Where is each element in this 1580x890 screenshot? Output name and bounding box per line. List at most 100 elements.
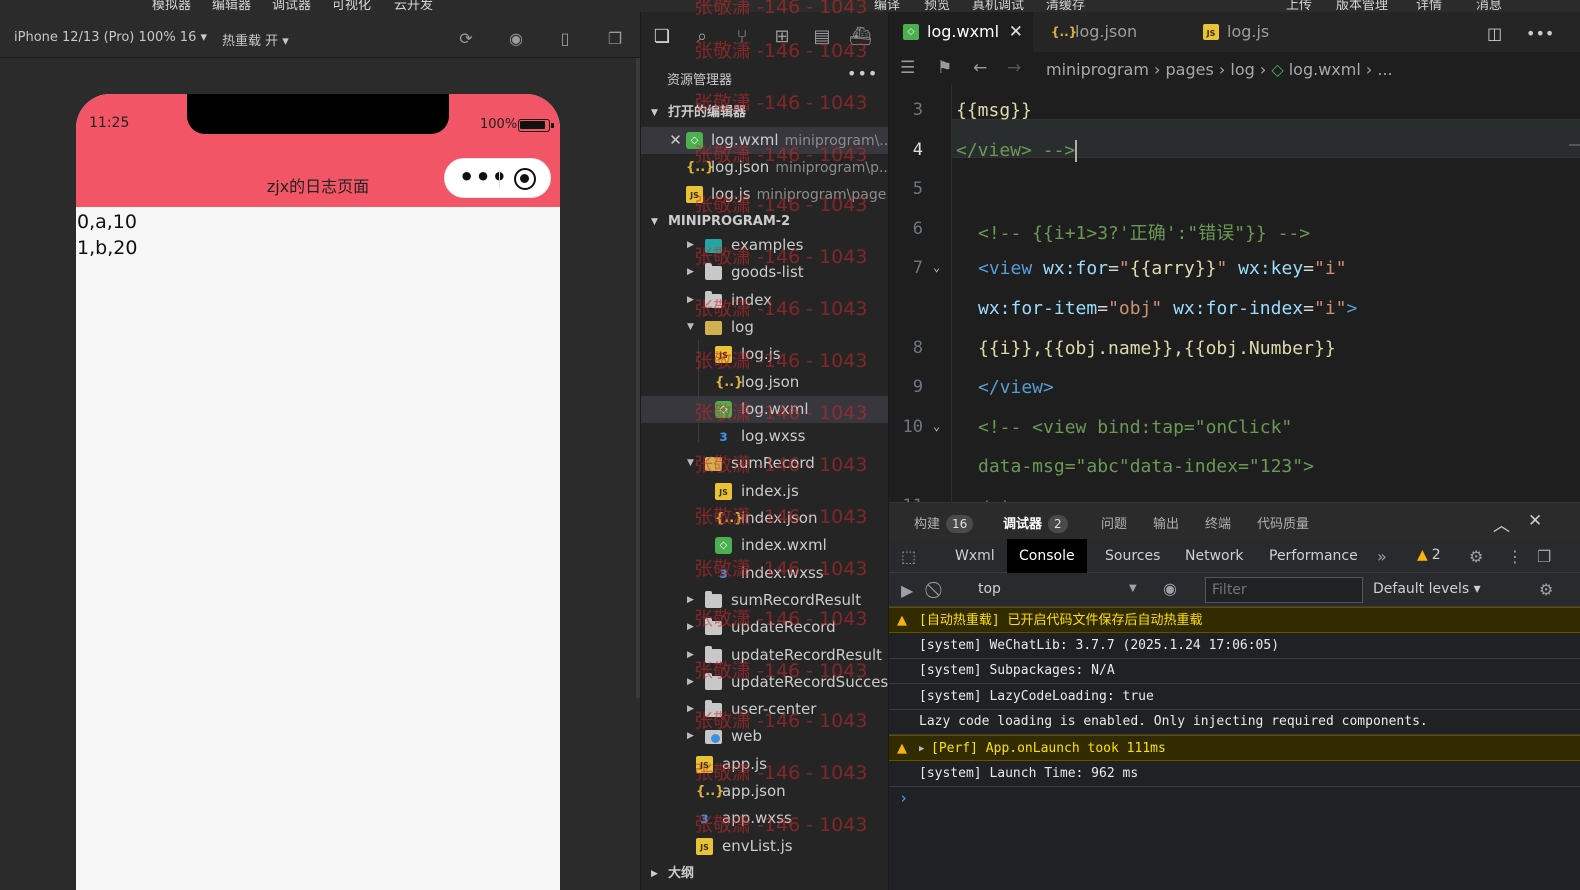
folder-item[interactable]: ▶ web: [641, 723, 889, 750]
code-line[interactable]: {{msg}}: [956, 100, 1032, 121]
devtools-tab[interactable]: Console: [1007, 539, 1087, 573]
menu-item[interactable]: 模拟器: [152, 0, 191, 12]
files-icon[interactable]: ❏: [651, 26, 673, 48]
breadcrumb-item[interactable]: pages: [1166, 60, 1214, 79]
context-selector[interactable]: top: [978, 581, 1001, 597]
folder-item[interactable]: ▶ updateRecordResult: [641, 642, 889, 669]
panel-tab[interactable]: 代码质量: [1257, 513, 1309, 532]
open-editor-item[interactable]: {..} log.json miniprogram\p...: [641, 154, 889, 181]
eye-icon[interactable]: ◉: [1163, 579, 1177, 598]
list-icon[interactable]: ☰: [900, 58, 915, 78]
menu-item[interactable]: 可视化: [332, 0, 371, 12]
warning-counter[interactable]: ▲ 2: [1417, 547, 1441, 563]
more-dots-icon[interactable]: •••: [459, 163, 508, 191]
expand-triangle-icon[interactable]: ▶: [919, 736, 924, 760]
folder-item[interactable]: ▶ updateRecordSuccess: [641, 669, 889, 696]
folder-item[interactable]: ▶ updateRecord: [641, 614, 889, 641]
search-icon[interactable]: ⌕: [691, 26, 713, 48]
code-line[interactable]: </view> -->: [956, 139, 1078, 162]
chevron-up-icon[interactable]: ︿: [1493, 511, 1510, 536]
close-icon[interactable]: ✕: [1009, 12, 1023, 52]
menu-item[interactable]: 真机调试: [972, 0, 1024, 12]
breadcrumb-path[interactable]: miniprogram › pages › log › ◇ log.wxml ›…: [1046, 60, 1393, 79]
menu-item[interactable]: 云开发: [394, 0, 433, 12]
file-item[interactable]: JS app.js: [641, 751, 889, 778]
file-item[interactable]: ɜ app.wxss: [641, 805, 889, 832]
devtools-tab[interactable]: Performance: [1257, 539, 1370, 573]
close-capsule-icon[interactable]: [514, 168, 536, 190]
file-item[interactable]: JS envList.js: [641, 833, 889, 860]
console-warning[interactable]: ▲ ▶ [Perf] App.onLaunch took 111ms: [889, 735, 1580, 761]
file-item[interactable]: ɜ index.wxss: [641, 560, 889, 587]
fold-chevron-icon[interactable]: ⌄: [933, 419, 940, 433]
menu-item[interactable]: 清缓存: [1046, 0, 1085, 12]
menu-item[interactable]: 版本管理: [1336, 0, 1388, 12]
forward-icon[interactable]: →: [1007, 58, 1021, 78]
panel-tab[interactable]: 构建 16: [914, 513, 974, 533]
file-item[interactable]: {..} log.json: [641, 369, 889, 396]
panel-tab[interactable]: 输出: [1153, 513, 1179, 532]
tab-log-wxml[interactable]: ◇ log.wxml ✕: [889, 12, 1033, 52]
folder-item[interactable]: ▶ index: [641, 287, 889, 314]
menu-item[interactable]: 上传: [1286, 0, 1312, 12]
detach-window-icon[interactable]: ❐: [606, 30, 624, 48]
code-line[interactable]: <!-- {{i+1>3?'正确':"错误"}} -->: [978, 219, 1310, 245]
source-control-icon[interactable]: ⑂: [731, 26, 753, 48]
device-selector[interactable]: iPhone 12/13 (Pro) 100% 16 ▾: [14, 30, 207, 45]
breadcrumb-item[interactable]: ...: [1377, 60, 1392, 79]
file-item[interactable]: ◇ index.wxml: [641, 532, 889, 559]
docker-icon[interactable]: ⛴: [849, 26, 872, 48]
console-settings-icon[interactable]: ⚙: [1539, 580, 1553, 599]
file-item[interactable]: {..} app.json: [641, 778, 889, 805]
sidebar-toggle-icon[interactable]: ▶: [901, 581, 913, 600]
storage-icon[interactable]: ▤: [811, 26, 833, 48]
folder-item[interactable]: ▶ user-center: [641, 696, 889, 723]
more-tabs-icon[interactable]: »: [1377, 547, 1387, 566]
code-line[interactable]: data-msg="abc"data-index="123">: [978, 456, 1314, 477]
console-prompt-icon[interactable]: ›: [899, 789, 908, 807]
folder-item[interactable]: ▶ goods-list: [641, 259, 889, 286]
folder-item[interactable]: ▶ sumRecordResult: [641, 587, 889, 614]
inspect-icon[interactable]: ⬚: [901, 547, 916, 566]
folder-item[interactable]: ▶ examples: [641, 232, 889, 259]
devtools-tab[interactable]: Network: [1173, 539, 1255, 573]
code-line[interactable]: wx:for-item="obj" wx:for-index="i">: [978, 298, 1357, 319]
close-icon[interactable]: ✕: [1528, 511, 1542, 531]
split-editor-icon[interactable]: ◫: [1487, 24, 1502, 43]
breadcrumb-item[interactable]: miniprogram: [1046, 60, 1149, 79]
menu-item[interactable]: 调试器: [272, 0, 311, 12]
log-levels-dropdown[interactable]: Default levels ▾: [1373, 581, 1481, 597]
tab-log-js[interactable]: JS log.js: [1189, 12, 1333, 52]
folder-item[interactable]: ▼ log: [641, 314, 889, 341]
more-icon[interactable]: •••: [1526, 24, 1554, 43]
menu-item[interactable]: 详情: [1416, 0, 1442, 12]
gear-icon[interactable]: ⚙: [1469, 547, 1483, 566]
panel-tab[interactable]: 问题: [1101, 513, 1127, 532]
bookmark-icon[interactable]: ⚑: [937, 58, 952, 78]
open-editor-item[interactable]: JS log.js miniprogram\page...: [641, 181, 889, 208]
file-item[interactable]: JS index.js: [641, 478, 889, 505]
kebab-icon[interactable]: ⋮: [1507, 547, 1523, 566]
stop-icon[interactable]: ◉: [507, 30, 525, 48]
dock-icon[interactable]: ❐: [1537, 547, 1551, 566]
file-item[interactable]: ɜ log.wxss: [641, 423, 889, 450]
code-line[interactable]: <view wx:for="{{arry}}" wx:key="i": [978, 258, 1347, 279]
breadcrumb-item[interactable]: log: [1230, 60, 1254, 79]
hot-reload-toggle[interactable]: 热重载 开 ▾: [222, 30, 289, 49]
open-editor-item[interactable]: ✕ ◇ log.wxml miniprogram\...: [641, 127, 889, 154]
code-area[interactable]: 3 {{msg}} 4 </view> --> 5 6 <!-- {{i+1>3?'正确':…: [889, 84, 1580, 502]
menu-item[interactable]: 预览: [924, 0, 950, 12]
file-item[interactable]: JS log.js: [641, 341, 889, 368]
more-icon[interactable]: •••: [847, 64, 878, 83]
file-item[interactable]: ◇ log.wxml: [641, 395, 889, 423]
fold-chevron-icon[interactable]: ⌄: [933, 260, 940, 274]
folder-item[interactable]: ▼ sumRecord: [641, 450, 889, 477]
panel-tab[interactable]: 终端: [1205, 513, 1231, 532]
tab-log-json[interactable]: {..} log.json: [1037, 12, 1181, 52]
code-line[interactable]: </view>: [978, 377, 1054, 398]
devtools-tab[interactable]: Sources: [1093, 539, 1172, 573]
filter-input[interactable]: [1205, 577, 1363, 603]
open-editors-section[interactable]: ▼ 打开的编辑器: [641, 100, 889, 126]
code-line[interactable]: <!-- <view bind:tap="onClick": [978, 417, 1292, 438]
code-line[interactable]: {{i}},{{obj.name}},{{obj.Number}}: [978, 338, 1336, 359]
